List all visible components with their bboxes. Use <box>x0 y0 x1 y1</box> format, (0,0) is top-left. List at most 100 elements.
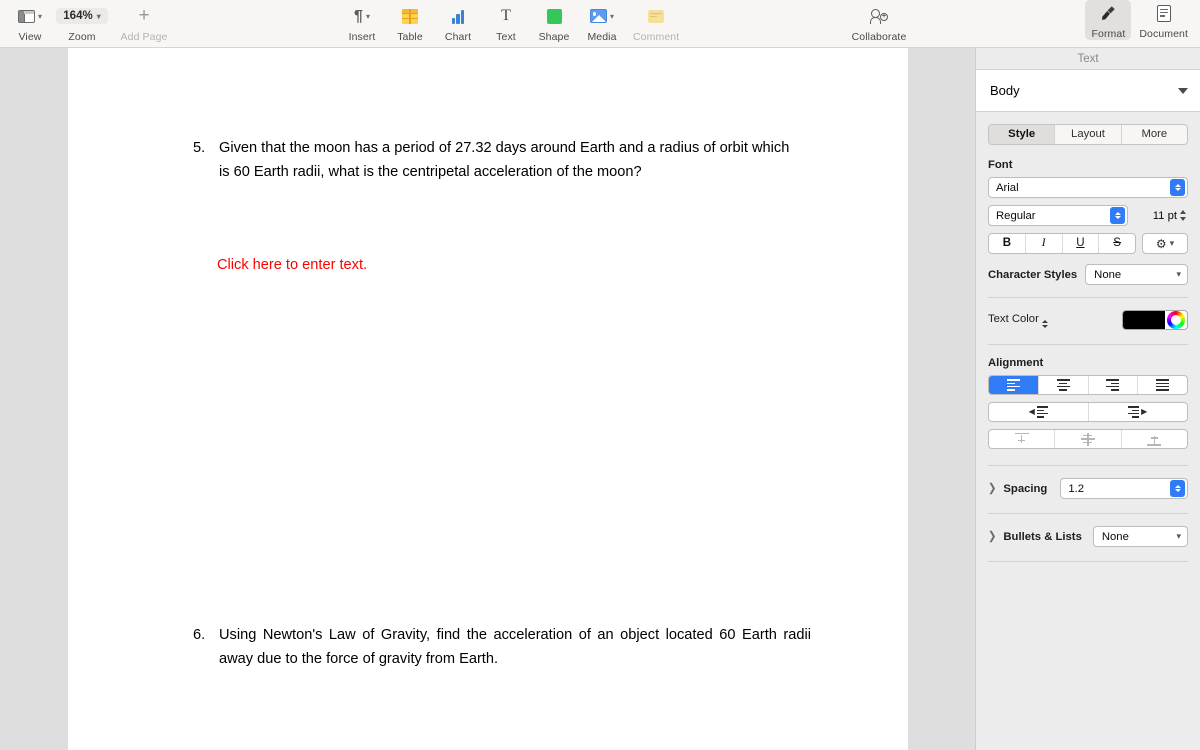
align-center-icon <box>1056 379 1070 391</box>
paragraph-style-value: Body <box>990 83 1020 98</box>
collaborate-button[interactable]: + Collaborate <box>848 0 910 43</box>
horizontal-alignment-buttons[interactable] <box>988 375 1188 395</box>
font-family-select[interactable]: Arial <box>988 177 1188 198</box>
align-center-button[interactable] <box>1039 376 1089 394</box>
zoom-value-box[interactable]: 164% ▾ <box>56 8 108 24</box>
spacing-section[interactable]: ❯ Spacing 1.2 <box>988 478 1188 499</box>
font-section-title: Font <box>988 159 1013 171</box>
decrease-indent-icon: ◀ <box>1029 406 1048 418</box>
font-size-value: 11 pt <box>1152 209 1177 222</box>
add-page-button[interactable]: + Add Page <box>112 0 176 43</box>
strikethrough-button[interactable]: S <box>1099 234 1135 253</box>
font-weight-select[interactable]: Regular <box>988 205 1128 226</box>
document-page[interactable]: 5. Given that the moon has a period of 2… <box>68 48 908 750</box>
insert-label: Insert <box>348 31 376 43</box>
stepper-icon[interactable] <box>1170 179 1185 196</box>
bar-chart-icon <box>451 9 465 24</box>
divider <box>988 297 1188 298</box>
vertical-alignment-buttons[interactable] <box>988 429 1188 449</box>
question-item[interactable]: 6. Using Newton's Law of Gravity, find t… <box>193 623 811 671</box>
tab-more[interactable]: More <box>1122 125 1187 144</box>
zoom-value: 164% <box>63 10 93 22</box>
align-left-button[interactable] <box>989 376 1039 394</box>
divider <box>988 344 1188 345</box>
chevron-down-icon: ▾ <box>365 12 370 21</box>
align-right-button[interactable] <box>1089 376 1139 394</box>
comment-icon <box>648 9 665 23</box>
green-square-icon <box>546 8 562 24</box>
document-button[interactable]: Document <box>1133 0 1194 40</box>
increase-indent-button[interactable]: ▶ <box>1089 403 1188 421</box>
question-number: 6. <box>193 627 206 643</box>
plus-icon: + <box>138 5 150 26</box>
question-text: Using Newton's Law of Gravity, find the … <box>219 623 811 671</box>
stepper-icon[interactable] <box>1177 206 1188 225</box>
chart-label: Chart <box>444 31 472 43</box>
align-justify-button[interactable] <box>1138 376 1187 394</box>
underline-button[interactable]: U <box>1063 234 1100 253</box>
stepper-icon[interactable] <box>1170 480 1185 497</box>
question-line-2: is 60 Earth radii, what is the centripet… <box>219 164 642 180</box>
view-button[interactable]: ▾ View <box>8 0 52 43</box>
tab-layout[interactable]: Layout <box>1055 125 1122 144</box>
character-styles-value: None <box>1094 268 1122 281</box>
bullets-lists-section[interactable]: ❯ Bullets & Lists None ▾ <box>988 526 1188 547</box>
table-icon <box>402 8 418 24</box>
align-bottom-button[interactable] <box>1122 430 1187 448</box>
keynote-pages-window: ▾ View 164% ▾ Zoom + Add Page ¶ ▾ Insert… <box>0 0 1200 750</box>
comment-button[interactable]: Comment <box>633 0 679 43</box>
font-size-field[interactable]: 11 pt <box>1134 205 1188 226</box>
divider <box>988 561 1188 562</box>
format-label: Format <box>1091 28 1126 40</box>
question-text: Given that the moon has a period of 27.3… <box>219 136 811 184</box>
advanced-font-options-button[interactable]: ⚙ ▾ <box>1142 233 1188 254</box>
media-button[interactable]: ▾ Media <box>585 0 619 43</box>
align-middle-button[interactable] <box>1055 430 1122 448</box>
divider <box>988 513 1188 514</box>
font-style-buttons[interactable]: B I U S <box>988 233 1136 254</box>
document-canvas[interactable]: 5. Given that the moon has a period of 2… <box>0 48 975 750</box>
media-label: Media <box>587 31 617 43</box>
color-wheel-icon[interactable] <box>1167 311 1185 329</box>
question-item[interactable]: 5. Given that the moon has a period of 2… <box>193 136 811 184</box>
tab-style[interactable]: Style <box>989 125 1056 144</box>
shape-button[interactable]: Shape <box>537 0 571 43</box>
chevron-down-icon: ▾ <box>1176 269 1181 279</box>
format-button[interactable]: Format <box>1085 0 1132 40</box>
font-family-value: Arial <box>996 181 1019 194</box>
align-middle-icon <box>1080 432 1095 446</box>
chevron-down-icon <box>1178 87 1188 94</box>
text-color-label[interactable]: Text Color <box>988 313 1048 328</box>
spacing-value: 1.2 <box>1068 482 1085 495</box>
chevron-right-icon[interactable]: ❯ <box>988 482 996 495</box>
stepper-icon <box>1041 320 1048 328</box>
gear-icon: ⚙ <box>1155 236 1167 251</box>
document-label: Document <box>1139 28 1188 40</box>
bold-button[interactable]: B <box>989 234 1026 253</box>
chevron-down-icon: ▾ <box>37 12 42 21</box>
text-color-well[interactable] <box>1122 310 1188 330</box>
panel-tabs[interactable]: Style Layout More <box>988 124 1188 145</box>
insert-button[interactable]: ¶ ▾ Insert <box>345 0 379 44</box>
spacing-value-field[interactable]: 1.2 <box>1060 478 1188 499</box>
color-swatch[interactable] <box>1123 311 1165 329</box>
stepper-icon[interactable] <box>1110 207 1125 224</box>
text-button[interactable]: T Text <box>489 0 523 44</box>
chevron-down-icon: ▾ <box>1176 531 1181 541</box>
italic-button[interactable]: I <box>1026 234 1063 253</box>
main-toolbar: ▾ View 164% ▾ Zoom + Add Page ¶ ▾ Insert… <box>0 0 1200 48</box>
placeholder-field[interactable]: Click here to enter text. <box>217 253 367 277</box>
indent-buttons[interactable]: ◀ ▶ <box>988 402 1188 422</box>
align-top-button[interactable] <box>989 430 1056 448</box>
align-bottom-icon <box>1147 433 1162 446</box>
chart-button[interactable]: Chart <box>441 0 475 43</box>
chevron-right-icon[interactable]: ❯ <box>988 530 996 543</box>
align-justify-icon <box>1156 379 1170 391</box>
text-t-icon: T <box>501 7 511 24</box>
paragraph-style-popup[interactable]: Body <box>976 70 1200 112</box>
character-styles-select[interactable]: None ▾ <box>1085 264 1188 285</box>
decrease-indent-button[interactable]: ◀ <box>989 403 1089 421</box>
zoom-button[interactable]: 164% ▾ Zoom <box>52 0 112 43</box>
table-button[interactable]: Table <box>393 0 427 43</box>
bullets-select[interactable]: None ▾ <box>1092 526 1188 547</box>
